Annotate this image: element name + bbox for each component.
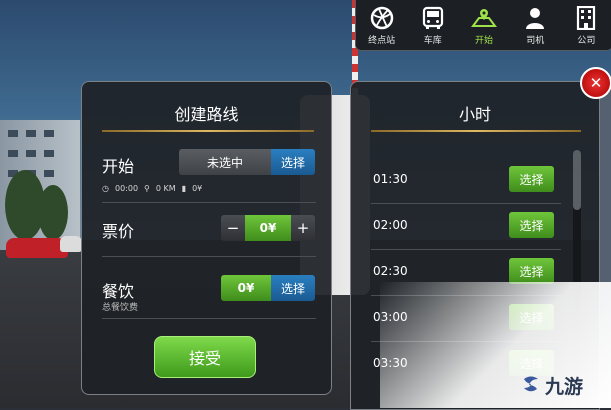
time-value: 01:30 bbox=[373, 172, 408, 186]
ticket-label: 票价 bbox=[102, 222, 135, 241]
scroll-thumb[interactable] bbox=[573, 150, 581, 210]
tool-company[interactable]: 公司 bbox=[561, 0, 611, 50]
watermark: 九游 bbox=[520, 372, 583, 399]
time-value: 02:30 bbox=[373, 264, 408, 278]
watermark-logo-icon bbox=[520, 373, 542, 399]
start-select-button[interactable]: 选择 bbox=[271, 149, 315, 175]
meal-select-button[interactable]: 选择 bbox=[271, 275, 315, 301]
ticket-stepper: − 0¥ + bbox=[221, 215, 315, 241]
watermark-text: 九游 bbox=[545, 376, 584, 398]
top-toolbar: 终点站 车库 开始 司机 公司 bbox=[355, 0, 611, 51]
fuel-icon: ▮ bbox=[181, 184, 187, 193]
divider bbox=[102, 318, 316, 319]
time-row: 02:00 选择 bbox=[371, 204, 561, 250]
meal-value: 0¥ bbox=[221, 275, 271, 301]
white-car bbox=[60, 236, 82, 252]
start-selector: 未选中 选择 bbox=[179, 149, 315, 175]
pin-icon: ⚲ bbox=[144, 184, 150, 193]
time-stat: 00:00 bbox=[114, 184, 139, 193]
panel-title: 小时 bbox=[458, 105, 491, 124]
tool-label: 车库 bbox=[423, 36, 442, 46]
route-stats: ◷ 00:00 ⚲ 0 KM ▮ 0¥ bbox=[102, 184, 202, 193]
divider bbox=[102, 256, 316, 257]
map-icon bbox=[471, 5, 497, 31]
bus-icon bbox=[420, 5, 446, 31]
start-value: 未选中 bbox=[179, 149, 271, 175]
time-value: 02:00 bbox=[373, 218, 408, 232]
driver-icon bbox=[522, 5, 548, 31]
tool-label: 公司 bbox=[577, 36, 596, 46]
red-car bbox=[6, 238, 68, 258]
title-underline bbox=[371, 130, 581, 132]
meal-label: 餐饮 bbox=[102, 282, 135, 301]
time-select-button[interactable]: 选择 bbox=[509, 212, 554, 238]
meal-sublabel: 总餐饮费 bbox=[102, 303, 139, 313]
panel-title: 创建路线 bbox=[174, 105, 239, 124]
globe-icon bbox=[369, 5, 395, 31]
create-route-panel: 创建路线 开始 未选中 选择 ◷ 00:00 ⚲ 0 KM ▮ 0¥ 票价 − 0¥ … bbox=[81, 81, 332, 395]
tool-label: 司机 bbox=[526, 36, 545, 46]
tree bbox=[38, 185, 68, 240]
tool-terminal[interactable]: 终点站 bbox=[356, 0, 407, 50]
meal-selector: 0¥ 选择 bbox=[221, 275, 315, 301]
accept-button[interactable]: 接受 bbox=[154, 336, 256, 378]
ticket-minus-button[interactable]: − bbox=[221, 215, 245, 241]
ticket-value: 0¥ bbox=[245, 215, 291, 241]
tool-label: 终点站 bbox=[368, 36, 396, 46]
time-row: 01:30 选择 bbox=[371, 158, 561, 204]
time-select-button[interactable]: 选择 bbox=[509, 258, 554, 284]
close-button[interactable]: ✕ bbox=[580, 67, 611, 99]
tool-label: 开始 bbox=[475, 36, 494, 46]
divider bbox=[102, 202, 316, 203]
tool-driver[interactable]: 司机 bbox=[510, 0, 561, 50]
distance-stat: 0 KM bbox=[155, 184, 176, 193]
fuel-stat: 0¥ bbox=[192, 184, 203, 193]
ticket-plus-button[interactable]: + bbox=[291, 215, 315, 241]
tool-garage[interactable]: 车库 bbox=[407, 0, 458, 50]
time-select-button[interactable]: 选择 bbox=[509, 166, 554, 192]
tool-start[interactable]: 开始 bbox=[458, 0, 509, 50]
clock-icon: ◷ bbox=[102, 184, 109, 193]
start-label: 开始 bbox=[102, 157, 135, 176]
building-icon bbox=[573, 5, 599, 31]
title-underline bbox=[102, 130, 314, 132]
